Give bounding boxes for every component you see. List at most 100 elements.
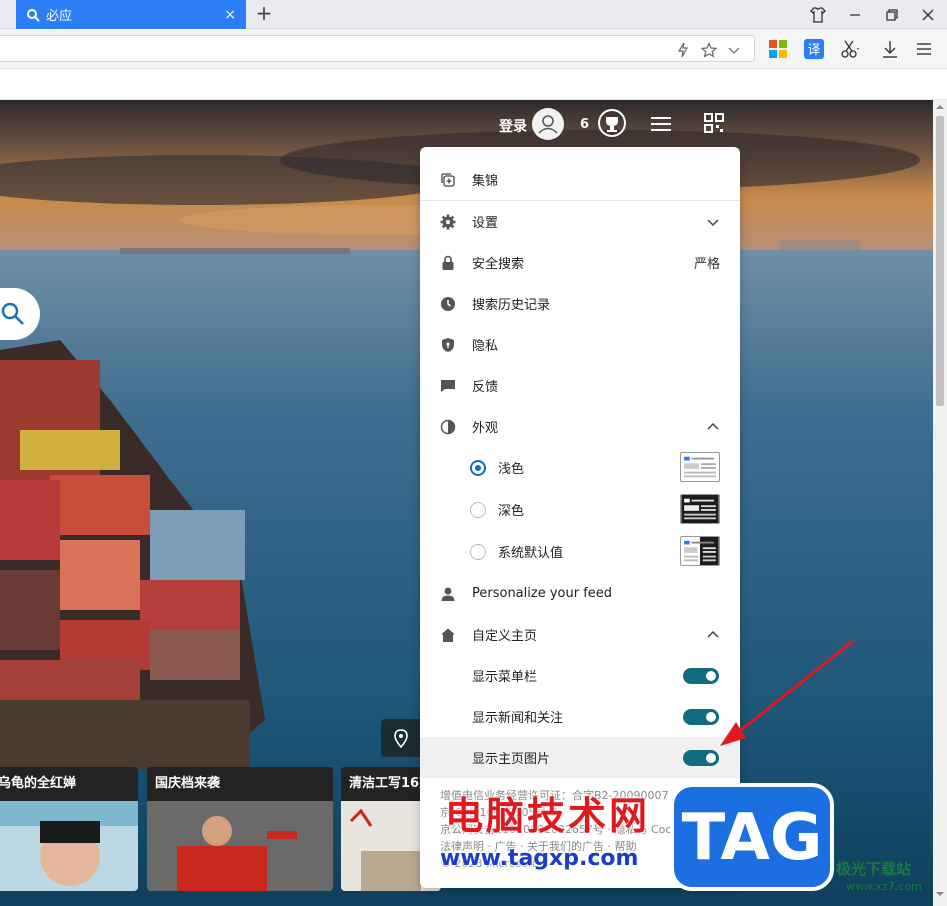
news-card[interactable]: 国庆档来袭	[147, 767, 333, 891]
hamburger-menu-icon[interactable]	[650, 114, 672, 134]
clock-icon	[441, 296, 455, 311]
scroll-down-icon[interactable]	[936, 890, 944, 898]
home-option-label: 显示新闻和关注	[472, 711, 564, 726]
login-link[interactable]: 登录	[499, 116, 527, 136]
watermark-brand: 电脑技术网	[445, 794, 651, 838]
home-option-menu-bar[interactable]: 显示菜单栏	[420, 655, 740, 696]
menu-item-appearance[interactable]: 外观	[420, 406, 740, 447]
menu-item-label: 自定义主页	[472, 629, 538, 644]
rewards-count[interactable]: 6	[580, 117, 589, 132]
close-window-icon[interactable]	[918, 5, 938, 25]
watermark-corner: 极光下载站	[836, 860, 912, 878]
theme-option-system[interactable]: 系统默认值	[420, 531, 740, 572]
menu-item-label: 隐私	[472, 339, 499, 354]
search-icon	[27, 8, 40, 22]
svg-text:译: 译	[807, 43, 820, 58]
watermark-corner-url: www.xz7.com	[846, 880, 922, 893]
menu-item-label: 设置	[472, 216, 499, 231]
menu-item-label: 反馈	[472, 380, 499, 395]
lightning-icon[interactable]	[675, 42, 691, 58]
menu-item-settings[interactable]: 设置	[420, 201, 740, 242]
menu-item-label: 外观	[472, 421, 499, 436]
news-card-image	[0, 801, 138, 891]
avatar[interactable]	[532, 108, 564, 140]
theme-radio-system[interactable]	[470, 543, 486, 560]
location-pin-icon	[394, 729, 408, 749]
menu-item-privacy[interactable]: 隐私	[420, 324, 740, 365]
star-icon[interactable]	[701, 42, 717, 58]
restore-icon[interactable]	[882, 5, 902, 25]
news-card[interactable]: 乌龟的全红婵	[0, 767, 138, 891]
chevron-up-icon[interactable]	[706, 420, 720, 434]
bookmark-bar	[0, 69, 947, 100]
tab-close-button[interactable]: ×	[224, 8, 236, 22]
homepage-image-toggle[interactable]	[683, 749, 719, 766]
page-scrollbar[interactable]	[933, 100, 947, 906]
tab-title: 必应	[46, 9, 73, 24]
menu-item-customize-home[interactable]: 自定义主页	[420, 614, 740, 655]
theme-radio-light[interactable]	[470, 459, 486, 476]
menu-item-label: 集锦	[472, 174, 499, 189]
toolbar: 译	[0, 29, 947, 69]
home-option-homepage-image[interactable]: 显示主页图片	[420, 737, 740, 778]
theme-option-label: 深色	[498, 504, 525, 519]
chevron-down-icon[interactable]	[726, 42, 742, 58]
news-card-title: 乌龟的全红婵	[0, 767, 138, 801]
apps-grid-icon[interactable]	[768, 39, 788, 59]
news-card-title: 国庆档来袭	[147, 767, 333, 801]
menu-item-collections[interactable]: 集锦	[420, 159, 740, 200]
tag-logo-text: TAG	[682, 801, 823, 875]
menu-item-feedback[interactable]: 反馈	[420, 365, 740, 406]
menu-bar-toggle[interactable]	[683, 667, 719, 684]
lock-icon	[442, 255, 454, 270]
watermark-url: www.tagxp.com	[440, 846, 639, 871]
menu-item-label: 安全搜索	[472, 257, 525, 272]
chevron-up-icon[interactable]	[706, 628, 720, 642]
light-theme-preview-icon	[680, 452, 720, 482]
theme-radio-dark[interactable]	[470, 501, 486, 518]
browser-menu-icon[interactable]	[914, 39, 934, 59]
tab-strip: 必应 × +	[0, 0, 947, 29]
shield-icon	[442, 337, 454, 352]
news-card-image	[147, 801, 333, 891]
menu-item-personalize-feed[interactable]: Personalize your feed	[420, 573, 740, 614]
contrast-icon	[440, 419, 456, 434]
tag-logo: TAG	[670, 783, 834, 891]
menu-item-label: Personalize your feed	[472, 586, 613, 601]
menu-item-safe-search[interactable]: 安全搜索 严格	[420, 242, 740, 283]
location-button[interactable]	[381, 719, 421, 757]
shirt-skin-icon[interactable]	[808, 5, 828, 25]
menu-item-label: 搜索历史记录	[472, 298, 551, 313]
user-icon	[538, 115, 558, 134]
address-bar[interactable]	[0, 35, 755, 62]
chevron-down-icon[interactable]	[706, 215, 720, 229]
news-toggle[interactable]	[683, 708, 719, 725]
dark-theme-preview-icon	[680, 494, 720, 524]
collections-icon	[441, 172, 455, 187]
download-icon[interactable]	[880, 39, 900, 59]
minimize-icon[interactable]	[845, 5, 865, 25]
home-option-label: 显示菜单栏	[472, 670, 538, 685]
theme-option-label: 浅色	[498, 462, 525, 477]
search-icon	[1, 302, 24, 325]
home-icon	[441, 628, 455, 642]
qr-code-icon[interactable]	[704, 113, 724, 133]
theme-option-light[interactable]: 浅色	[420, 447, 740, 488]
menu-item-search-history[interactable]: 搜索历史记录	[420, 283, 740, 324]
theme-option-label: 系统默认值	[498, 546, 564, 561]
home-option-label: 显示主页图片	[472, 752, 551, 767]
gear-icon	[440, 214, 456, 229]
scrollbar-thumb[interactable]	[936, 116, 944, 406]
theme-option-dark[interactable]: 深色	[420, 489, 740, 530]
translate-icon[interactable]: 译	[804, 39, 824, 59]
new-tab-button[interactable]: +	[254, 3, 274, 23]
rewards-trophy-icon[interactable]	[597, 108, 627, 138]
scroll-up-icon[interactable]	[936, 103, 944, 111]
settings-dropdown: 集锦 设置 安全搜索 严格 搜索历史记录 隐私 反馈 外观 浅色 深色 系统默认…	[420, 147, 740, 888]
home-option-news[interactable]: 显示新闻和关注	[420, 696, 740, 737]
safe-search-value: 严格	[693, 257, 720, 272]
person-icon	[441, 587, 455, 601]
chat-bubble-icon	[441, 379, 455, 392]
tab-bing[interactable]: 必应 ×	[16, 0, 246, 29]
scissors-icon[interactable]	[840, 39, 860, 59]
